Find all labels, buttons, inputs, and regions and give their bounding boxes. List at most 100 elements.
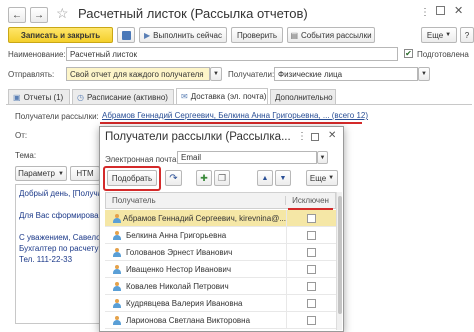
dialog-close-icon[interactable]: ✕ bbox=[328, 130, 336, 141]
tab-reports[interactable]: ▣ Отчеты (1) bbox=[8, 89, 70, 104]
excluded-checkbox[interactable] bbox=[307, 298, 316, 308]
col-excluded-header[interactable]: Исключен bbox=[285, 196, 335, 205]
person-icon bbox=[113, 298, 121, 308]
col-recipient-header[interactable]: Получатель bbox=[106, 196, 285, 205]
window-title: Расчетный листок (Рассылка отчетов) bbox=[78, 6, 308, 21]
save-close-button[interactable]: Записать и закрыть bbox=[8, 27, 113, 43]
help-button[interactable]: ? bbox=[460, 27, 474, 43]
dialog-more-button[interactable]: Еще ▼ bbox=[306, 170, 338, 186]
body-line: Добрый день, [Получатель] bbox=[19, 189, 100, 198]
table-row[interactable]: Кудрявцева Валерия Ивановна bbox=[105, 295, 336, 312]
recipients-type-field[interactable]: Физические лица bbox=[274, 67, 418, 81]
person-icon bbox=[113, 264, 121, 274]
recipients-type-dropdown[interactable]: ▼ bbox=[418, 67, 430, 81]
person-icon bbox=[113, 230, 121, 240]
send-dropdown-button[interactable]: ▼ bbox=[210, 67, 222, 81]
send-select[interactable]: Свой отчет для каждого получателя bbox=[66, 67, 210, 81]
tab-additional[interactable]: Дополнительно bbox=[270, 89, 336, 104]
forward-arrow-icon: → bbox=[34, 9, 44, 21]
table-row[interactable]: Иващенко Нестор Иванович bbox=[105, 261, 336, 278]
move-down-button[interactable]: ▼ bbox=[275, 170, 291, 186]
html-button[interactable]: HTM bbox=[70, 166, 100, 181]
dialog-menu-icon[interactable]: ⋮ bbox=[297, 131, 307, 142]
events-button[interactable]: ▤ События рассылки bbox=[287, 27, 375, 43]
table-row[interactable]: Абрамов Геннадий Сергеевич, kirevnina@..… bbox=[105, 210, 336, 227]
table-row[interactable]: Голованов Эрнест Иванович bbox=[105, 244, 336, 261]
move-up-button[interactable]: ▲ bbox=[257, 170, 273, 186]
params-button[interactable]: Параметр ▼ bbox=[15, 166, 67, 181]
recipient-name: Иващенко Нестор Иванович bbox=[126, 264, 232, 274]
body-line bbox=[19, 221, 97, 232]
excluded-checkbox[interactable] bbox=[307, 264, 316, 274]
message-body[interactable]: Добрый день, [Получатель] Для Вас сформи… bbox=[15, 184, 101, 324]
table-row[interactable]: Ковалев Николай Петрович bbox=[105, 278, 336, 295]
recipients-highlight-underline bbox=[100, 122, 362, 124]
pick-button-highlight bbox=[103, 166, 161, 191]
add-row-button[interactable]: ✚ bbox=[196, 170, 212, 186]
mailing-recipients-link[interactable]: Абрамов Геннадий Сергеевич, Белкина Анна… bbox=[102, 111, 368, 120]
chevron-down-icon: ▼ bbox=[421, 71, 427, 77]
body-line bbox=[19, 199, 97, 210]
chevron-down-icon: ▼ bbox=[57, 170, 64, 177]
subject-label: Тема: bbox=[15, 151, 37, 160]
copy-button[interactable]: ❐ bbox=[214, 170, 230, 186]
arrow-up-icon: ▲ bbox=[261, 174, 269, 182]
tab-schedule[interactable]: ◷ Расписание (активно) bbox=[72, 89, 174, 104]
excluded-checkbox[interactable] bbox=[307, 315, 316, 325]
recipient-name: Белкина Анна Григорьевна bbox=[126, 230, 227, 240]
back-arrow-icon: ← bbox=[12, 9, 22, 21]
save-button[interactable] bbox=[117, 27, 135, 43]
email-dropdown[interactable]: ▼ bbox=[317, 151, 328, 164]
arrow-down-icon: ▼ bbox=[279, 174, 287, 182]
recipient-name: Ларионова Светлана Викторовна bbox=[126, 315, 251, 325]
name-field[interactable]: Расчетный листок bbox=[66, 47, 398, 61]
table-header: Получатель Исключен bbox=[105, 192, 336, 209]
tab-panel-border bbox=[6, 104, 472, 105]
back-button[interactable]: ← bbox=[8, 7, 26, 23]
recipient-name: Абрамов Геннадий Сергеевич, kirevnina@..… bbox=[122, 213, 286, 223]
scrollbar-thumb[interactable] bbox=[338, 196, 342, 314]
dialog-title: Получатели рассылки (Рассылка... bbox=[105, 131, 291, 143]
table-scrollbar[interactable] bbox=[336, 192, 342, 330]
favorite-star-icon[interactable]: ☆ bbox=[56, 5, 69, 22]
reports-icon: ▣ bbox=[13, 92, 21, 102]
tab-delivery[interactable]: ✉ Доставка (эл. почта) bbox=[176, 88, 268, 104]
prepared-checkbox[interactable]: ✔ bbox=[404, 49, 413, 58]
email-field[interactable]: Email bbox=[177, 151, 317, 164]
execute-now-button[interactable]: ▶ Выполнить сейчас bbox=[139, 27, 227, 43]
recipients-type-label: Получатели: bbox=[228, 70, 275, 79]
chevron-down-icon: ▼ bbox=[445, 32, 452, 38]
add-row-icon: ✚ bbox=[200, 172, 208, 183]
person-icon bbox=[113, 247, 121, 257]
excluded-checkbox[interactable] bbox=[307, 247, 316, 257]
window-menu-icon[interactable]: ⋮ bbox=[420, 7, 430, 18]
body-line: Для Вас сформирова bbox=[19, 211, 99, 220]
email-icon: ✉ bbox=[181, 92, 188, 101]
refresh-icon: ↷ bbox=[169, 172, 178, 184]
floppy-disk-icon bbox=[121, 30, 131, 40]
excluded-checkbox[interactable] bbox=[307, 213, 316, 223]
excluded-checkbox[interactable] bbox=[307, 230, 316, 240]
prepared-label: Подготовлена bbox=[417, 50, 469, 59]
window-close-icon[interactable]: ✕ bbox=[454, 4, 463, 17]
more-button[interactable]: Еще ▼ bbox=[421, 27, 457, 43]
forward-button[interactable]: → bbox=[30, 7, 48, 23]
from-label: От: bbox=[15, 131, 28, 140]
mailing-recipients-label: Получатели рассылки: bbox=[15, 112, 99, 121]
dialog-maximize-icon[interactable] bbox=[311, 133, 319, 141]
check-button[interactable]: Проверить bbox=[231, 27, 283, 43]
table-row[interactable]: Ларионова Светлана Викторовна bbox=[105, 312, 336, 329]
refresh-button[interactable]: ↷ bbox=[165, 170, 182, 186]
chevron-down-icon: ▼ bbox=[213, 71, 219, 77]
window-maximize-icon[interactable] bbox=[436, 6, 445, 15]
name-label: Наименование: bbox=[8, 50, 66, 59]
person-icon bbox=[113, 315, 121, 325]
clock-icon: ◷ bbox=[77, 92, 84, 102]
email-label: Электронная почта: bbox=[105, 155, 179, 164]
body-line: Бухгалтер по расчету bbox=[19, 244, 99, 253]
recipient-name: Голованов Эрнест Иванович bbox=[126, 247, 233, 257]
excluded-checkbox[interactable] bbox=[307, 281, 316, 291]
person-icon bbox=[113, 281, 121, 291]
table-row[interactable]: Белкина Анна Григорьевна bbox=[105, 227, 336, 244]
copy-icon: ❐ bbox=[217, 172, 227, 183]
